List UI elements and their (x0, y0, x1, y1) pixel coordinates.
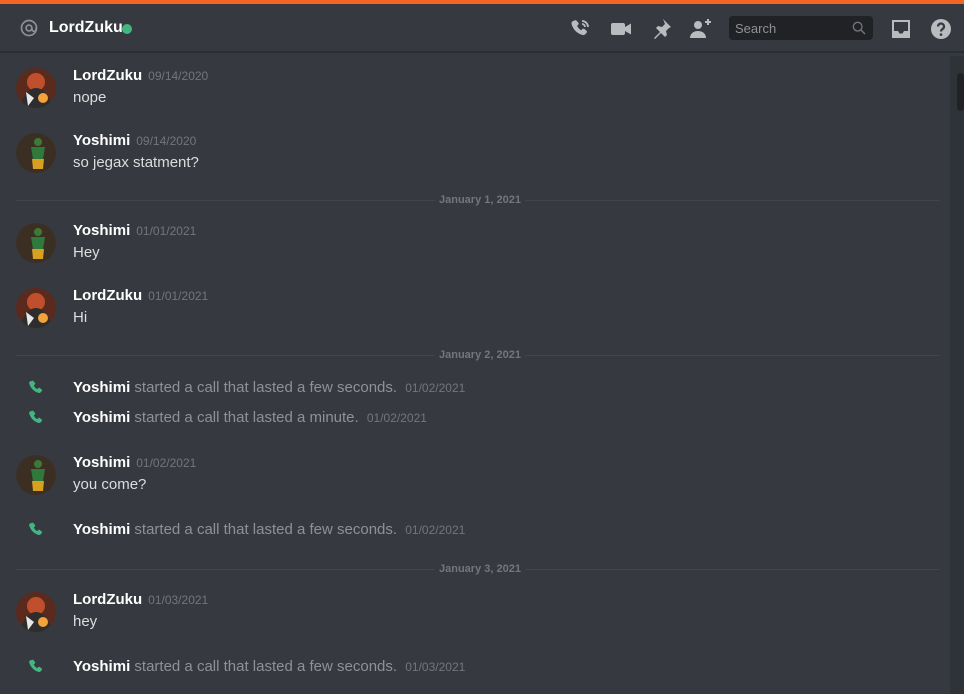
call-timestamp: 01/02/2021 (405, 523, 466, 537)
message-timestamp: 01/01/2021 (136, 224, 197, 238)
message: LordZuku 01/03/2021 hey (0, 590, 940, 634)
message-content: Hi (73, 309, 88, 326)
search-field[interactable] (729, 16, 873, 40)
scrollbar-track[interactable] (950, 56, 964, 694)
message-author[interactable]: LordZuku 01/01/2021 (73, 287, 208, 305)
message-timestamp: 01/02/2021 (136, 456, 197, 470)
call-event: Yoshimi started a call that lasted a few… (73, 658, 465, 676)
add-friends-to-dm-icon[interactable] (689, 17, 713, 41)
message-content: so jegax statment? (73, 154, 199, 171)
avatar-yoshimi[interactable] (16, 133, 56, 173)
call-icon (29, 410, 43, 424)
help-icon[interactable] (929, 17, 953, 41)
avatar-lordzuku[interactable] (16, 288, 56, 328)
call-icon (29, 380, 43, 394)
date-divider-label: January 2, 2021 (435, 349, 525, 362)
call-description: started a call that lasted a few seconds… (134, 658, 398, 675)
message-timestamp: 01/01/2021 (148, 289, 209, 303)
call-icon (29, 659, 43, 673)
message-content: you come? (73, 476, 147, 493)
call-author[interactable]: Yoshimi (73, 521, 130, 538)
call-timestamp: 01/02/2021 (405, 381, 466, 395)
call-description: started a call that lasted a few seconds… (134, 521, 398, 538)
call-timestamp: 01/02/2021 (366, 411, 427, 425)
call-event: Yoshimi started a call that lasted a few… (73, 521, 465, 539)
call-description: started a call that lasted a few seconds… (134, 379, 398, 396)
message: LordZuku 01/01/2021 Hi (0, 286, 940, 330)
message-author[interactable]: Yoshimi 01/02/2021 (73, 454, 196, 472)
date-divider-label: January 3, 2021 (435, 563, 525, 576)
scrollbar-thumb[interactable] (957, 73, 964, 111)
message-timestamp: 09/14/2020 (136, 134, 197, 148)
call-author[interactable]: Yoshimi (73, 409, 130, 426)
avatar-lordzuku[interactable] (16, 68, 56, 108)
message-author[interactable]: Yoshimi 01/01/2021 (73, 222, 196, 240)
call-author[interactable]: Yoshimi (73, 658, 130, 675)
message-author[interactable]: LordZuku 09/14/2020 (73, 67, 208, 85)
message: LordZuku 09/14/2020 nope (0, 66, 940, 110)
call-event: Yoshimi started a call that lasted a min… (73, 409, 427, 427)
pinned-messages-icon[interactable] (649, 17, 673, 41)
avatar-lordzuku[interactable] (16, 592, 56, 632)
search-input[interactable] (729, 16, 849, 40)
dm-header: LordZuku (0, 4, 964, 52)
message-author[interactable]: Yoshimi 09/14/2020 (73, 132, 196, 150)
search-icon (852, 21, 866, 35)
message-author[interactable]: LordZuku 01/03/2021 (73, 591, 208, 609)
call-icon (29, 522, 43, 536)
message-content: Hey (73, 244, 100, 261)
inbox-icon[interactable] (889, 17, 913, 41)
call-description: started a call that lasted a minute. (134, 409, 359, 426)
message-content: hey (73, 613, 98, 630)
start-video-call-icon[interactable] (609, 17, 633, 41)
date-divider-label: January 1, 2021 (435, 194, 525, 207)
at-icon (20, 19, 38, 37)
message-content: nope (73, 89, 107, 106)
avatar-yoshimi[interactable] (16, 223, 56, 263)
avatar-yoshimi[interactable] (16, 455, 56, 495)
start-voice-call-icon[interactable] (568, 17, 592, 41)
message: Yoshimi 01/02/2021 you come? (0, 453, 940, 497)
call-event: Yoshimi started a call that lasted a few… (73, 379, 465, 397)
online-status-dot (122, 24, 132, 34)
message: Yoshimi 01/01/2021 Hey (0, 221, 940, 265)
message-list[interactable]: LordZuku 09/14/2020 nope Yoshimi 09/14/202… (0, 53, 948, 694)
message: Yoshimi 09/14/2020 so jegax statment? (0, 131, 940, 175)
call-timestamp: 01/03/2021 (405, 660, 466, 674)
dm-title[interactable]: LordZuku (49, 18, 123, 38)
message-timestamp: 01/03/2021 (148, 593, 209, 607)
message-timestamp: 09/14/2020 (148, 69, 209, 83)
call-author[interactable]: Yoshimi (73, 379, 130, 396)
